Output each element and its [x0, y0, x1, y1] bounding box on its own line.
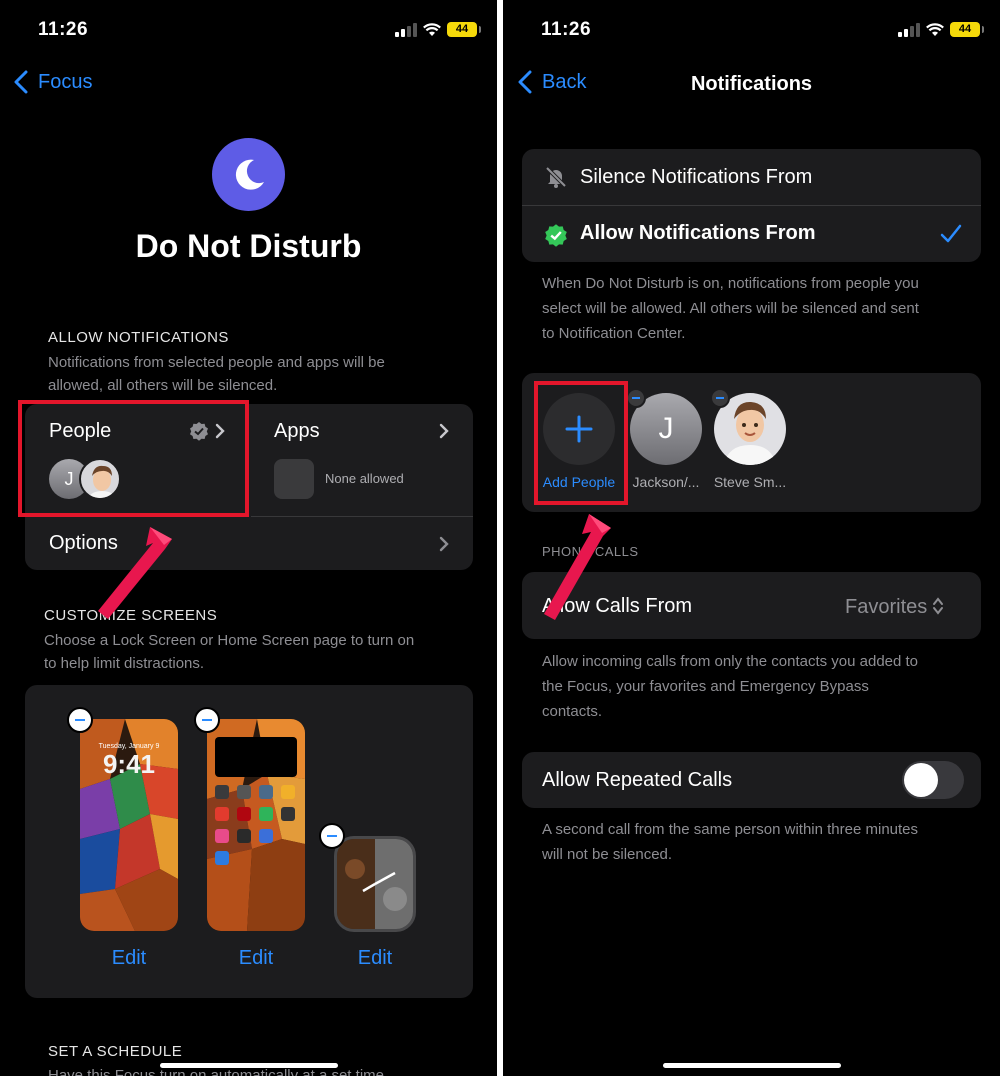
lock-screen-preview[interactable]: Tuesday, January 9 9:41: [80, 719, 178, 931]
app-placeholder-icon: [274, 459, 314, 499]
focus-settings-screen: 11:26 44 Focus Do Not Disturb ALLOW NOTI…: [0, 0, 497, 1076]
verified-badge-icon: [545, 224, 567, 247]
remove-home-screen-button[interactable]: [194, 707, 220, 733]
remove-lock-screen-button[interactable]: [67, 707, 93, 733]
red-arrow-annotation: [98, 527, 172, 619]
back-button[interactable]: Focus: [14, 70, 92, 94]
page-title: Do Not Disturb: [135, 228, 362, 264]
repeated-calls-toggle[interactable]: [902, 761, 964, 799]
apps-label: Apps: [274, 420, 320, 442]
checkmark-icon: [940, 224, 962, 243]
remove-watch-face-button[interactable]: [319, 823, 345, 849]
signal-icon: [898, 22, 920, 37]
bell-slash-icon: [545, 166, 567, 188]
status-time: 11:26: [38, 19, 89, 40]
mode-description: When Do Not Disturb is on, notifications…: [542, 275, 919, 342]
allow-repeated-calls-label: Allow Repeated Calls: [542, 769, 733, 791]
lock-time: 9:41: [102, 749, 156, 779]
allow-option-row[interactable]: Allow Notifications From: [522, 206, 981, 262]
silence-option-row[interactable]: Silence Notifications From: [522, 149, 981, 205]
contact-name: Steve Sm...: [713, 474, 787, 490]
chevron-left-icon: [14, 70, 28, 94]
allow-option-label: Allow Notifications From: [580, 222, 816, 244]
screens-panel: Tuesday, January 9 9:41 Edit Edit Edit: [25, 685, 473, 998]
remove-contact-button[interactable]: [626, 388, 646, 408]
home-indicator[interactable]: [663, 1063, 841, 1068]
status-bar: 11:26 44: [503, 18, 1000, 44]
chevron-right-icon: [439, 423, 449, 439]
allow-notifications-description: Notifications from selected people and a…: [48, 354, 385, 394]
status-icons: 44: [898, 22, 984, 37]
battery-icon: 44: [950, 22, 984, 37]
home-screen-preview[interactable]: [207, 719, 305, 931]
notification-mode-panel: Silence Notifications From Allow Notific…: [522, 149, 981, 262]
allow-calls-description: Allow incoming calls from only the conta…: [542, 653, 919, 720]
status-bar: 11:26 44: [0, 18, 497, 44]
wifi-icon: [423, 22, 441, 36]
set-schedule-heading: SET A SCHEDULE: [48, 1043, 183, 1060]
signal-icon: [395, 22, 417, 37]
highlight-box: [18, 400, 249, 517]
watch-face-preview[interactable]: [334, 836, 416, 932]
edit-watch-face-button[interactable]: Edit: [335, 947, 415, 970]
contact-name: Jackson/...: [632, 474, 700, 490]
remove-contact-button[interactable]: [710, 388, 730, 408]
silence-option-label: Silence Notifications From: [580, 166, 813, 188]
wifi-icon: [926, 22, 944, 36]
battery-icon: 44: [447, 22, 481, 37]
allow-notifications-heading: ALLOW NOTIFICATIONS: [48, 329, 229, 346]
repeated-calls-description: A second call from the same person withi…: [542, 821, 919, 863]
edit-lock-screen-button[interactable]: Edit: [89, 947, 169, 970]
up-down-chevron-icon: [933, 597, 943, 615]
highlight-box: [534, 381, 628, 505]
notifications-screen: 11:26 44 Back Notifications Silence Noti…: [503, 0, 1000, 1076]
allow-calls-from-value[interactable]: Favorites: [845, 596, 927, 619]
edit-home-screen-button[interactable]: Edit: [216, 947, 296, 970]
allow-repeated-calls-row: Allow Repeated Calls: [522, 752, 981, 808]
status-icons: 44: [395, 22, 481, 37]
customize-screens-description: Choose a Lock Screen or Home Screen page…: [44, 632, 415, 672]
back-label: Focus: [38, 70, 93, 93]
red-arrow-annotation: [544, 514, 611, 620]
toggle-knob: [904, 763, 938, 797]
page-title: Notifications: [690, 73, 813, 95]
apps-cell[interactable]: Apps None allowed: [251, 404, 473, 516]
focus-icon: [212, 138, 285, 211]
chevron-right-icon: [439, 536, 449, 552]
moon-icon: [235, 159, 264, 190]
status-time: 11:26: [541, 19, 592, 40]
apps-none-label: None allowed: [325, 471, 404, 486]
home-indicator[interactable]: [160, 1063, 338, 1068]
